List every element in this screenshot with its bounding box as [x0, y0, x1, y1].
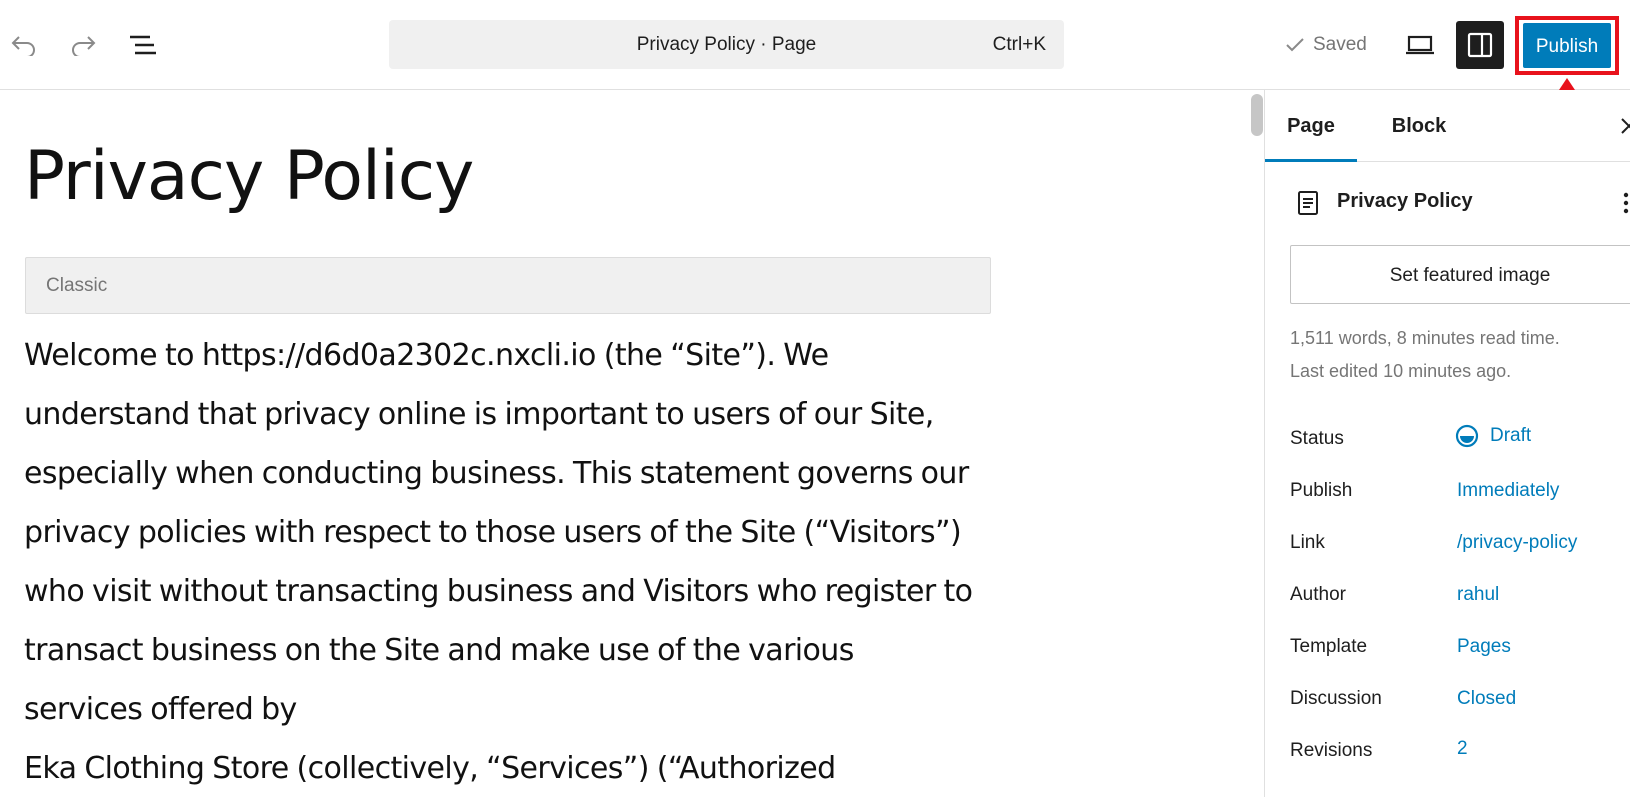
page-title[interactable]: Privacy Policy	[24, 132, 474, 222]
draft-status-icon	[1455, 424, 1479, 448]
command-palette-bar[interactable]: Privacy Policy · Page Ctrl+K	[389, 20, 1064, 69]
keyboard-shortcut: Ctrl+K	[992, 34, 1046, 55]
sidebar-doc-title: Privacy Policy	[1337, 190, 1473, 212]
undo-icon[interactable]	[7, 28, 41, 62]
content-line: services offered by	[24, 692, 297, 727]
link-label: Link	[1290, 532, 1325, 553]
content-line: transact business on the Site and make u…	[24, 633, 854, 668]
template-value[interactable]: Pages	[1457, 636, 1511, 658]
link-value[interactable]: /privacy-policy	[1457, 532, 1577, 554]
status-value-button[interactable]: Draft	[1455, 424, 1531, 448]
revisions-value[interactable]: 2	[1457, 738, 1468, 760]
more-options-icon[interactable]	[1619, 190, 1630, 216]
content-line: Welcome to https://d6d0a2302c.nxcli.io (…	[24, 338, 829, 373]
publish-value[interactable]: Immediately	[1457, 480, 1559, 502]
saved-status: Saved	[1285, 30, 1367, 60]
scrollbar[interactable]	[1251, 94, 1263, 136]
content-line: Eka Clothing Store (collectively, “Servi…	[24, 751, 836, 786]
author-label: Author	[1290, 584, 1346, 605]
status-value: Draft	[1490, 425, 1532, 446]
settings-sidebar-toggle[interactable]	[1456, 21, 1504, 69]
saved-label: Saved	[1313, 34, 1367, 55]
publish-label: Publish	[1290, 480, 1353, 501]
preview-icon[interactable]	[1402, 27, 1438, 63]
redo-icon[interactable]	[66, 28, 100, 62]
close-icon[interactable]	[1619, 116, 1630, 136]
editor-canvas[interactable]: Privacy Policy Classic Welcome to https:…	[0, 90, 1264, 797]
content-line: privacy policies with respect to those u…	[24, 515, 962, 550]
discussion-label: Discussion	[1290, 688, 1382, 709]
editor-toolbar: Privacy Policy · Page Ctrl+K Saved Publi…	[0, 0, 1630, 90]
set-featured-image-button[interactable]: Set featured image	[1290, 245, 1630, 304]
content-line: who visit without transacting business a…	[24, 574, 973, 609]
page-content[interactable]: Welcome to https://d6d0a2302c.nxcli.io (…	[24, 326, 1024, 797]
document-overview-icon[interactable]	[126, 28, 160, 62]
document-title: Privacy Policy · Page	[636, 34, 817, 55]
tab-block[interactable]: Block	[1380, 90, 1458, 162]
template-label: Template	[1290, 636, 1368, 657]
active-tab-indicator	[1265, 159, 1357, 162]
author-value[interactable]: rahul	[1457, 584, 1499, 606]
revisions-label: Revisions	[1290, 740, 1373, 761]
document-icon	[1297, 188, 1319, 218]
settings-sidebar: Page Block Privacy Policy Set featured i…	[1264, 90, 1630, 797]
tab-page[interactable]: Page	[1265, 90, 1357, 162]
content-line: especially when conducting business. Thi…	[24, 456, 969, 491]
word-count: 1,511 words, 8 minutes read time.	[1290, 328, 1560, 348]
discussion-value[interactable]: Closed	[1457, 688, 1516, 710]
sidebar-tabs: Page Block	[1265, 90, 1630, 162]
check-icon	[1286, 38, 1304, 52]
last-edited: Last edited 10 minutes ago.	[1290, 361, 1512, 381]
content-line: understand that privacy online is import…	[24, 397, 934, 432]
sidebar-icon	[1467, 32, 1493, 58]
status-label: Status	[1290, 428, 1344, 449]
classic-block-toolbar[interactable]: Classic	[25, 257, 991, 314]
publish-button[interactable]: Publish	[1523, 23, 1611, 68]
